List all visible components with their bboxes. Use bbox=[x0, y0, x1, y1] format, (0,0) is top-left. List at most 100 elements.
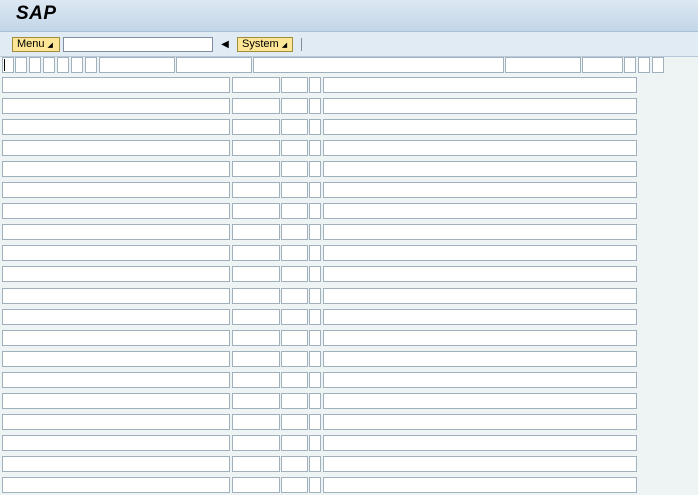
row-1-field-1[interactable] bbox=[2, 77, 230, 93]
row-18-field-4[interactable] bbox=[309, 435, 321, 451]
header-field-5[interactable] bbox=[57, 57, 69, 73]
row-17-field-3[interactable] bbox=[281, 414, 308, 430]
header-field-14[interactable] bbox=[638, 57, 650, 73]
row-2-field-5[interactable] bbox=[323, 98, 637, 114]
row-14-field-2[interactable] bbox=[232, 351, 280, 367]
row-20-field-4[interactable] bbox=[309, 477, 321, 493]
row-11-field-5[interactable] bbox=[323, 288, 637, 304]
row-3-field-5[interactable] bbox=[323, 119, 637, 135]
row-20-field-1[interactable] bbox=[2, 477, 230, 493]
row-19-field-3[interactable] bbox=[281, 456, 308, 472]
row-16-field-1[interactable] bbox=[2, 393, 230, 409]
menu-button[interactable]: Menu ◢ bbox=[12, 37, 60, 52]
row-11-field-1[interactable] bbox=[2, 288, 230, 304]
row-12-field-1[interactable] bbox=[2, 309, 230, 325]
row-7-field-1[interactable] bbox=[2, 203, 230, 219]
row-5-field-2[interactable] bbox=[232, 161, 280, 177]
row-5-field-3[interactable] bbox=[281, 161, 308, 177]
row-17-field-5[interactable] bbox=[323, 414, 637, 430]
row-5-field-5[interactable] bbox=[323, 161, 637, 177]
row-12-field-4[interactable] bbox=[309, 309, 321, 325]
row-8-field-2[interactable] bbox=[232, 224, 280, 240]
row-10-field-2[interactable] bbox=[232, 266, 280, 282]
row-13-field-3[interactable] bbox=[281, 330, 308, 346]
header-field-6[interactable] bbox=[71, 57, 83, 73]
row-13-field-2[interactable] bbox=[232, 330, 280, 346]
row-3-field-3[interactable] bbox=[281, 119, 308, 135]
header-field-9[interactable] bbox=[176, 57, 252, 73]
command-field[interactable] bbox=[63, 37, 213, 52]
back-arrow-icon[interactable]: ◀ bbox=[220, 37, 230, 52]
header-field-10[interactable] bbox=[253, 57, 504, 73]
row-13-field-5[interactable] bbox=[323, 330, 637, 346]
row-16-field-3[interactable] bbox=[281, 393, 308, 409]
row-7-field-4[interactable] bbox=[309, 203, 321, 219]
row-18-field-2[interactable] bbox=[232, 435, 280, 451]
row-4-field-5[interactable] bbox=[323, 140, 637, 156]
row-2-field-4[interactable] bbox=[309, 98, 321, 114]
row-10-field-4[interactable] bbox=[309, 266, 321, 282]
row-17-field-4[interactable] bbox=[309, 414, 321, 430]
row-17-field-2[interactable] bbox=[232, 414, 280, 430]
row-12-field-3[interactable] bbox=[281, 309, 308, 325]
row-4-field-3[interactable] bbox=[281, 140, 308, 156]
row-13-field-1[interactable] bbox=[2, 330, 230, 346]
header-field-8[interactable] bbox=[99, 57, 175, 73]
row-9-field-3[interactable] bbox=[281, 245, 308, 261]
header-field-4[interactable] bbox=[43, 57, 55, 73]
row-4-field-2[interactable] bbox=[232, 140, 280, 156]
row-5-field-4[interactable] bbox=[309, 161, 321, 177]
row-19-field-2[interactable] bbox=[232, 456, 280, 472]
row-8-field-4[interactable] bbox=[309, 224, 321, 240]
row-19-field-5[interactable] bbox=[323, 456, 637, 472]
row-15-field-5[interactable] bbox=[323, 372, 637, 388]
row-10-field-1[interactable] bbox=[2, 266, 230, 282]
row-14-field-1[interactable] bbox=[2, 351, 230, 367]
row-4-field-1[interactable] bbox=[2, 140, 230, 156]
row-7-field-3[interactable] bbox=[281, 203, 308, 219]
row-2-field-1[interactable] bbox=[2, 98, 230, 114]
row-17-field-1[interactable] bbox=[2, 414, 230, 430]
row-1-field-4[interactable] bbox=[309, 77, 321, 93]
row-11-field-2[interactable] bbox=[232, 288, 280, 304]
row-8-field-3[interactable] bbox=[281, 224, 308, 240]
row-13-field-4[interactable] bbox=[309, 330, 321, 346]
row-1-field-3[interactable] bbox=[281, 77, 308, 93]
row-14-field-3[interactable] bbox=[281, 351, 308, 367]
row-1-field-5[interactable] bbox=[323, 77, 637, 93]
row-18-field-5[interactable] bbox=[323, 435, 637, 451]
row-14-field-5[interactable] bbox=[323, 351, 637, 367]
row-10-field-5[interactable] bbox=[323, 266, 637, 282]
row-6-field-4[interactable] bbox=[309, 182, 321, 198]
row-16-field-5[interactable] bbox=[323, 393, 637, 409]
row-16-field-2[interactable] bbox=[232, 393, 280, 409]
row-19-field-1[interactable] bbox=[2, 456, 230, 472]
row-9-field-5[interactable] bbox=[323, 245, 637, 261]
header-field-3[interactable] bbox=[29, 57, 41, 73]
row-2-field-3[interactable] bbox=[281, 98, 308, 114]
row-6-field-2[interactable] bbox=[232, 182, 280, 198]
row-8-field-1[interactable] bbox=[2, 224, 230, 240]
row-15-field-1[interactable] bbox=[2, 372, 230, 388]
row-9-field-2[interactable] bbox=[232, 245, 280, 261]
row-12-field-2[interactable] bbox=[232, 309, 280, 325]
row-12-field-5[interactable] bbox=[323, 309, 637, 325]
row-20-field-3[interactable] bbox=[281, 477, 308, 493]
header-field-7[interactable] bbox=[85, 57, 97, 73]
row-8-field-5[interactable] bbox=[323, 224, 637, 240]
row-7-field-5[interactable] bbox=[323, 203, 637, 219]
row-2-field-2[interactable] bbox=[232, 98, 280, 114]
row-16-field-4[interactable] bbox=[309, 393, 321, 409]
header-field-12[interactable] bbox=[582, 57, 623, 73]
row-20-field-5[interactable] bbox=[323, 477, 637, 493]
row-3-field-2[interactable] bbox=[232, 119, 280, 135]
row-15-field-3[interactable] bbox=[281, 372, 308, 388]
row-15-field-2[interactable] bbox=[232, 372, 280, 388]
header-field-11[interactable] bbox=[505, 57, 581, 73]
row-18-field-3[interactable] bbox=[281, 435, 308, 451]
row-10-field-3[interactable] bbox=[281, 266, 308, 282]
row-3-field-1[interactable] bbox=[2, 119, 230, 135]
header-field-15[interactable] bbox=[652, 57, 664, 73]
row-9-field-1[interactable] bbox=[2, 245, 230, 261]
row-3-field-4[interactable] bbox=[309, 119, 321, 135]
